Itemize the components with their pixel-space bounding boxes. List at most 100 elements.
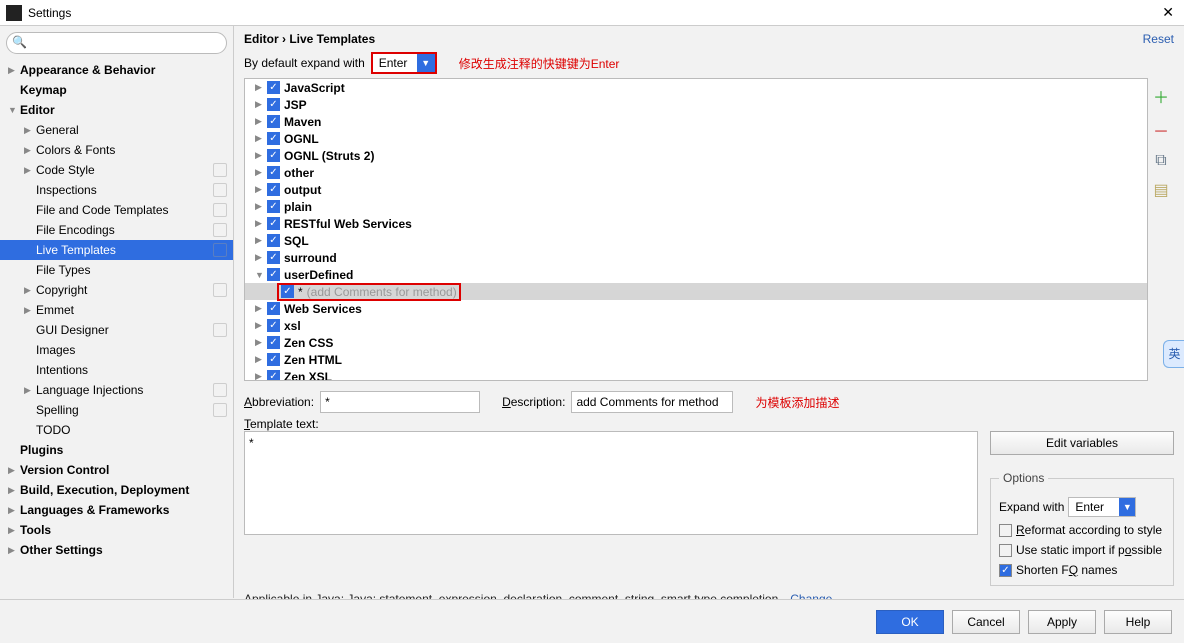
sidebar-item-code-style[interactable]: ▶Code Style (0, 160, 233, 180)
checkbox-icon[interactable]: ✓ (267, 251, 280, 264)
sidebar-item-language-injections[interactable]: ▶Language Injections (0, 380, 233, 400)
checkbox-icon[interactable]: ✓ (267, 81, 280, 94)
checkbox-icon[interactable]: ✓ (267, 149, 280, 162)
sidebar-item-spelling[interactable]: Spelling (0, 400, 233, 420)
tree-item[interactable]: ▶✓OGNL (Struts 2) (245, 147, 1147, 164)
tree-item[interactable]: ▶✓OGNL (245, 130, 1147, 147)
ime-indicator[interactable]: 英 (1163, 340, 1184, 368)
tree-label: Zen XSL (284, 370, 332, 382)
expand-with-select[interactable]: Enter ▼ (1068, 497, 1136, 517)
tree-item[interactable]: ▶✓plain (245, 198, 1147, 215)
templates-tree[interactable]: ▶✓JavaScript▶✓JSP▶✓Maven▶✓OGNL▶✓OGNL (St… (244, 78, 1148, 381)
sidebar-item-intentions[interactable]: Intentions (0, 360, 233, 380)
sidebar-item-colors-fonts[interactable]: ▶Colors & Fonts (0, 140, 233, 160)
checkbox-icon[interactable]: ✓ (267, 166, 280, 179)
sidebar-item-plugins[interactable]: Plugins (0, 440, 233, 460)
tree-item[interactable]: ▶✓output (245, 181, 1147, 198)
checkbox-icon[interactable]: ✓ (267, 336, 280, 349)
paste-icon[interactable]: ▤ (1153, 180, 1168, 200)
search-input[interactable] (6, 32, 227, 54)
checkbox-icon[interactable]: ✓ (267, 183, 280, 196)
checkbox-icon[interactable]: ✓ (267, 217, 280, 230)
remove-icon[interactable]: － (1153, 118, 1169, 142)
sidebar-item-emmet[interactable]: ▶Emmet (0, 300, 233, 320)
description-label: Description: (502, 395, 565, 409)
chevron-icon: ▶ (255, 82, 267, 93)
cancel-button[interactable]: Cancel (952, 610, 1020, 634)
abbreviation-input[interactable] (320, 391, 480, 413)
checkbox-icon[interactable]: ✓ (267, 353, 280, 366)
reformat-checkbox[interactable] (999, 524, 1012, 537)
sidebar-item-file-types[interactable]: File Types (0, 260, 233, 280)
sidebar-item-general[interactable]: ▶General (0, 120, 233, 140)
apply-button[interactable]: Apply (1028, 610, 1096, 634)
window-title: Settings (28, 6, 1158, 20)
copy-icon[interactable]: ⧉ (1155, 152, 1166, 170)
tree-item[interactable]: ✓*(add Comments for method) (245, 283, 1147, 300)
sidebar-item-build-execution-deployment[interactable]: ▶Build, Execution, Deployment (0, 480, 233, 500)
nav-label: File Types (36, 263, 233, 277)
edit-variables-button[interactable]: Edit variables (990, 431, 1174, 455)
app-icon (6, 5, 22, 21)
tree-item[interactable]: ▶✓Zen CSS (245, 334, 1147, 351)
chevron-icon: ▶ (24, 125, 36, 136)
tree-item[interactable]: ▶✓surround (245, 249, 1147, 266)
tree-item[interactable]: ▶✓Zen XSL (245, 368, 1147, 381)
sidebar-item-other-settings[interactable]: ▶Other Settings (0, 540, 233, 560)
sidebar-item-gui-designer[interactable]: GUI Designer (0, 320, 233, 340)
checkbox-icon[interactable]: ✓ (267, 319, 280, 332)
scope-badge (213, 383, 227, 397)
tree-item[interactable]: ▶✓other (245, 164, 1147, 181)
tree-item[interactable]: ▶✓Web Services (245, 300, 1147, 317)
checkbox-icon[interactable]: ✓ (267, 234, 280, 247)
help-button[interactable]: Help (1104, 610, 1172, 634)
ok-button[interactable]: OK (876, 610, 944, 634)
sidebar-item-inspections[interactable]: Inspections (0, 180, 233, 200)
tree-item[interactable]: ▼✓userDefined (245, 266, 1147, 283)
sidebar-item-copyright[interactable]: ▶Copyright (0, 280, 233, 300)
nav-label: Copyright (36, 283, 213, 297)
tree-item[interactable]: ▶✓JavaScript (245, 79, 1147, 96)
sidebar-item-tools[interactable]: ▶Tools (0, 520, 233, 540)
chevron-icon: ▶ (255, 354, 267, 365)
checkbox-icon[interactable]: ✓ (267, 98, 280, 111)
chevron-icon: ▶ (255, 320, 267, 331)
tree-item[interactable]: ▶✓Zen HTML (245, 351, 1147, 368)
tree-item[interactable]: ▶✓Maven (245, 113, 1147, 130)
sidebar-item-appearance-behavior[interactable]: ▶Appearance & Behavior (0, 60, 233, 80)
checkbox-icon[interactable]: ✓ (267, 115, 280, 128)
sidebar-item-editor[interactable]: ▼Editor (0, 100, 233, 120)
sidebar-item-keymap[interactable]: Keymap (0, 80, 233, 100)
default-expand-select[interactable]: Enter ▼ (371, 52, 437, 74)
nav-label: Other Settings (20, 543, 233, 557)
checkbox-icon[interactable]: ✓ (267, 370, 280, 381)
add-icon[interactable]: ＋ (1153, 84, 1169, 108)
sidebar-item-version-control[interactable]: ▶Version Control (0, 460, 233, 480)
tree-label: SQL (284, 234, 309, 248)
checkbox-icon[interactable]: ✓ (281, 285, 294, 298)
breadcrumb: Editor › Live Templates (244, 32, 375, 46)
sidebar-item-live-templates[interactable]: Live Templates (0, 240, 233, 260)
chevron-icon: ▶ (255, 99, 267, 110)
description-input[interactable] (571, 391, 733, 413)
reset-link[interactable]: Reset (1143, 32, 1174, 46)
shorten-fq-checkbox[interactable]: ✓ (999, 564, 1012, 577)
close-icon[interactable]: ✕ (1158, 4, 1178, 21)
scope-badge (213, 203, 227, 217)
sidebar-item-images[interactable]: Images (0, 340, 233, 360)
checkbox-icon[interactable]: ✓ (267, 132, 280, 145)
tree-item[interactable]: ▶✓SQL (245, 232, 1147, 249)
tree-item[interactable]: ▶✓xsl (245, 317, 1147, 334)
tree-item[interactable]: ▶✓RESTful Web Services (245, 215, 1147, 232)
tree-item[interactable]: ▶✓JSP (245, 96, 1147, 113)
checkbox-icon[interactable]: ✓ (267, 302, 280, 315)
static-import-checkbox[interactable] (999, 544, 1012, 557)
sidebar-item-todo[interactable]: TODO (0, 420, 233, 440)
sidebar-item-file-encodings[interactable]: File Encodings (0, 220, 233, 240)
sidebar-item-file-and-code-templates[interactable]: File and Code Templates (0, 200, 233, 220)
checkbox-icon[interactable]: ✓ (267, 268, 280, 281)
checkbox-icon[interactable]: ✓ (267, 200, 280, 213)
template-text-input[interactable]: * (244, 431, 978, 535)
nav-label: File and Code Templates (36, 203, 213, 217)
sidebar-item-languages-frameworks[interactable]: ▶Languages & Frameworks (0, 500, 233, 520)
